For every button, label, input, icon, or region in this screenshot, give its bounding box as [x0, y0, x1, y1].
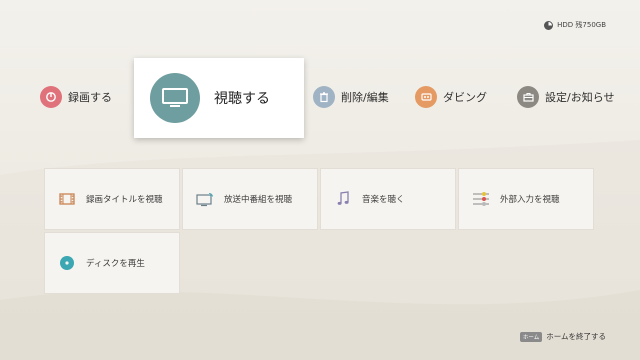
tile-broadcast[interactable]: 放送中番組を視聴	[182, 168, 318, 230]
menu-dubbing-label: ダビング	[443, 91, 487, 104]
music-note-icon	[334, 190, 352, 208]
film-icon	[58, 190, 76, 208]
broadcast-tv-icon	[196, 190, 214, 208]
menu-settings[interactable]: 設定/お知らせ	[517, 86, 615, 108]
menu-record[interactable]: 録画する	[40, 86, 112, 108]
menu-dubbing[interactable]: ダビング	[415, 86, 487, 108]
record-icon	[40, 86, 62, 108]
menu-settings-label: 設定/お知らせ	[545, 91, 615, 104]
tile-disc-label: ディスクを再生	[86, 259, 145, 269]
menu-watch[interactable]: 視聴する	[134, 58, 304, 138]
toolbox-icon	[517, 86, 539, 108]
menu-delete-edit-label: 削除/編集	[341, 91, 389, 104]
home-screen: { "status": { "hdd_label": "HDD 残750GB" …	[0, 0, 640, 360]
tile-music[interactable]: 音楽を聴く	[320, 168, 456, 230]
av-cable-icon	[472, 190, 490, 208]
footer-action-label: ホームを終了する	[546, 332, 606, 341]
menu-watch-label: 視聴する	[214, 91, 270, 107]
tile-disc[interactable]: ディスクを再生	[44, 232, 180, 294]
home-key-badge: ホーム	[519, 331, 543, 342]
menu-delete-edit[interactable]: 削除/編集	[313, 86, 389, 108]
disc-icon	[58, 254, 76, 272]
trash-icon	[313, 86, 335, 108]
tile-music-label: 音楽を聴く	[362, 195, 405, 205]
tv-icon	[150, 73, 200, 123]
tile-recorded-titles-label: 録画タイトルを視聴	[86, 195, 163, 205]
tile-broadcast-label: 放送中番組を視聴	[224, 195, 293, 205]
tile-external-input[interactable]: 外部入力を視聴	[458, 168, 594, 230]
dubbing-icon	[415, 86, 437, 108]
tile-external-input-label: 外部入力を視聴	[500, 195, 560, 205]
tile-recorded-titles[interactable]: 録画タイトルを視聴	[44, 168, 180, 230]
menu-record-label: 録画する	[68, 91, 112, 104]
footer-hint: ホーム ホームを終了する	[519, 331, 606, 342]
